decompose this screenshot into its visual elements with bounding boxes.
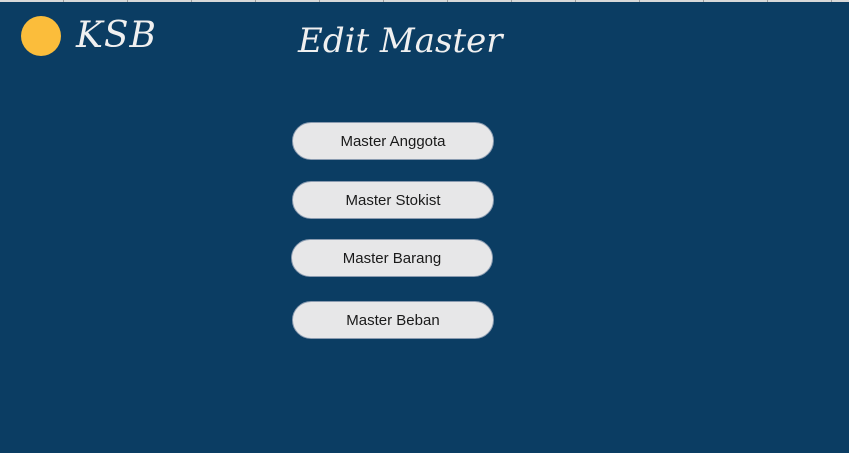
page-title: Edit Master [298,21,503,61]
master-stokist-button[interactable]: Master Stokist [292,181,494,219]
master-anggota-button[interactable]: Master Anggota [292,122,494,160]
brand-name: KSB [76,15,158,56]
master-barang-button[interactable]: Master Barang [291,239,493,277]
spreadsheet-grid-strip [0,0,849,2]
master-beban-button[interactable]: Master Beban [292,301,494,339]
logo-circle-icon [21,16,61,56]
